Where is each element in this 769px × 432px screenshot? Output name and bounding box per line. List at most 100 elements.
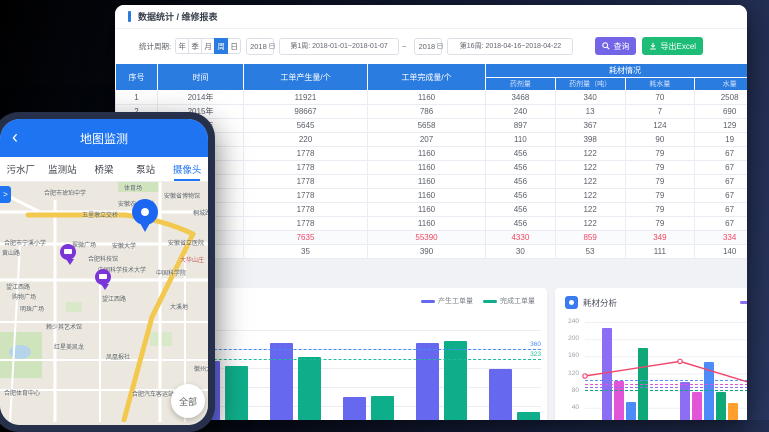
period-option-年[interactable]: 年 (175, 38, 189, 54)
show-all-button[interactable]: 全部 (171, 384, 205, 418)
map-label: 大溪地 (170, 302, 188, 311)
map-label: 体育场 (124, 183, 142, 192)
breadcrumb-accent (128, 11, 131, 22)
y-tick: 40 (559, 404, 579, 412)
query-button[interactable]: 查询 (595, 37, 636, 55)
filter-bar: 统计周期: 年季月周日 2018 第1周: 2018-01-01~2018-01… (115, 29, 747, 63)
legend-dash-icon (421, 300, 435, 303)
table-header: 序号时间工单产生量/个工单完成量/个耗材情况药剂量药剂量（吨）耗水量水量 (116, 64, 748, 91)
back-chevron-icon[interactable]: ‹ (12, 125, 18, 149)
period-option-日[interactable]: 日 (227, 38, 241, 54)
period-segmented-control: 年季月周日 (175, 38, 241, 54)
legend-dash-icon (483, 300, 497, 303)
location-pin-icon[interactable] (132, 199, 158, 225)
trend-line (585, 322, 747, 420)
camera-pin-icon[interactable] (60, 244, 76, 260)
table-row: 12014年1192111603468340702508 (116, 91, 748, 105)
y-tick: 240 (559, 318, 579, 326)
phone-tab-泵站[interactable]: 泵站 (125, 157, 167, 181)
map-label: 大华山庄 (180, 255, 204, 264)
phone-header: ‹ 地图监测 (0, 119, 208, 157)
map-label: 中国科学院 (156, 268, 186, 277)
period-option-周[interactable]: 周 (214, 38, 228, 54)
map-label: 合肥市宁溪小学 (4, 238, 46, 247)
y-tick: 80 (559, 387, 579, 395)
map-label: 望江西路 (102, 294, 126, 303)
bar (444, 341, 467, 420)
bar (298, 357, 321, 420)
sub-col-header: 水量 (695, 78, 747, 91)
col-header: 时间 (158, 64, 244, 91)
phone-screen: ‹ 地图监测 污水厂监测站桥梁泵站摄像头 (0, 119, 208, 425)
map-label: 凤凰报社 (106, 352, 130, 361)
phone-tab-bar: 污水厂监测站桥梁泵站摄像头 (0, 157, 208, 182)
start-week-input[interactable]: 第1周: 2018-01-01~2018-01-07 (279, 38, 399, 55)
bar (343, 397, 366, 420)
phone-tab-监测站[interactable]: 监测站 (42, 157, 84, 181)
consumable-chart-legend-dash (740, 301, 747, 304)
chart-card-icon (565, 296, 578, 309)
consumable-bar-line-chart (585, 322, 747, 420)
bar (517, 412, 540, 420)
sub-col-header: 耗水量 (625, 78, 695, 91)
sub-col-header: 药剂量（吨） (555, 78, 625, 91)
map-label: 望江西路 (6, 282, 30, 291)
legend-label: 完成工单量 (500, 296, 535, 306)
phone-page-title: 地图监测 (80, 130, 128, 147)
search-icon (602, 42, 610, 50)
phone-tab-桥梁[interactable]: 桥梁 (83, 157, 125, 181)
map-label: 安徽大学 (112, 241, 136, 250)
consumable-chart-card: 耗材分析 240 200 160 120 80 40 (555, 288, 747, 420)
export-excel-button[interactable]: 导出Excel (642, 37, 703, 55)
range-separator: ~ (402, 42, 406, 51)
map-label: 五里墩立交桥 (82, 210, 118, 219)
map-label: 徽州大道 (194, 364, 208, 373)
bar (270, 343, 293, 420)
map-label: 翠微广场 (72, 240, 96, 249)
map-label: 购物广场 (12, 292, 36, 301)
legend-label: 产生工单量 (438, 296, 473, 306)
map-label: 合肥汽车客运站 (132, 389, 174, 398)
col-header: 序号 (116, 64, 158, 91)
map-label: 明珠广场 (20, 304, 44, 313)
phone-tab-摄像头[interactable]: 摄像头 (166, 157, 208, 181)
workorder-chart-legend: 产生工单量 完成工单量 (411, 296, 535, 306)
y-tick: 200 (559, 335, 579, 343)
map-label: 安徽省博物馆 (164, 191, 200, 200)
map-label: 黄山路 (2, 248, 20, 257)
map-label: 桐城路 (193, 208, 208, 217)
breadcrumb: 数据统计 / 维修报表 (138, 10, 218, 23)
map-label: 安徽省立医院 (168, 238, 204, 247)
group-header: 耗材情况 (486, 64, 748, 78)
phone-mockup: ‹ 地图监测 污水厂监测站桥梁泵站摄像头 (0, 112, 215, 432)
col-header: 工单完成量/个 (368, 64, 486, 91)
bar (371, 396, 394, 420)
end-week-input[interactable]: 第16周: 2018-04-16~2018-04-22 (447, 38, 573, 55)
map-view[interactable]: 合肥市琥珀中学体育场安徽省博物馆安徽农业大学桐城路五里墩立交桥合肥市宁溪小学翠微… (0, 182, 208, 425)
map-label: 合肥市琥珀中学 (44, 188, 86, 197)
map-label: 红星美凯龙 (54, 342, 84, 351)
map-label: 赖少其艺术馆 (46, 322, 82, 331)
col-header: 工单产生量/个 (244, 64, 368, 91)
y-tick: 120 (559, 370, 579, 378)
camera-pin-icon[interactable] (95, 269, 111, 285)
period-label: 统计周期: (139, 41, 171, 52)
end-year-select[interactable]: 2018 (414, 38, 442, 55)
phone-tab-污水厂[interactable]: 污水厂 (0, 157, 42, 181)
map-label: 合肥体育中心 (4, 388, 40, 397)
start-year-select[interactable]: 2018 (246, 38, 274, 55)
period-option-季[interactable]: 季 (188, 38, 202, 54)
bar (416, 343, 439, 420)
calendar-icon (437, 43, 443, 49)
table-row: 22015年98667786240137690 (116, 105, 748, 119)
map-label: 合肥科技馆 (88, 254, 118, 263)
calendar-icon (269, 43, 275, 49)
bar (225, 366, 248, 420)
download-icon (649, 42, 657, 50)
y-tick: 160 (559, 352, 579, 360)
map-expander-button[interactable]: > (0, 186, 11, 203)
period-option-月[interactable]: 月 (201, 38, 215, 54)
breadcrumb-bar: 数据统计 / 维修报表 (115, 5, 747, 29)
consumable-chart-title: 耗材分析 (583, 297, 617, 309)
bar (489, 369, 512, 420)
